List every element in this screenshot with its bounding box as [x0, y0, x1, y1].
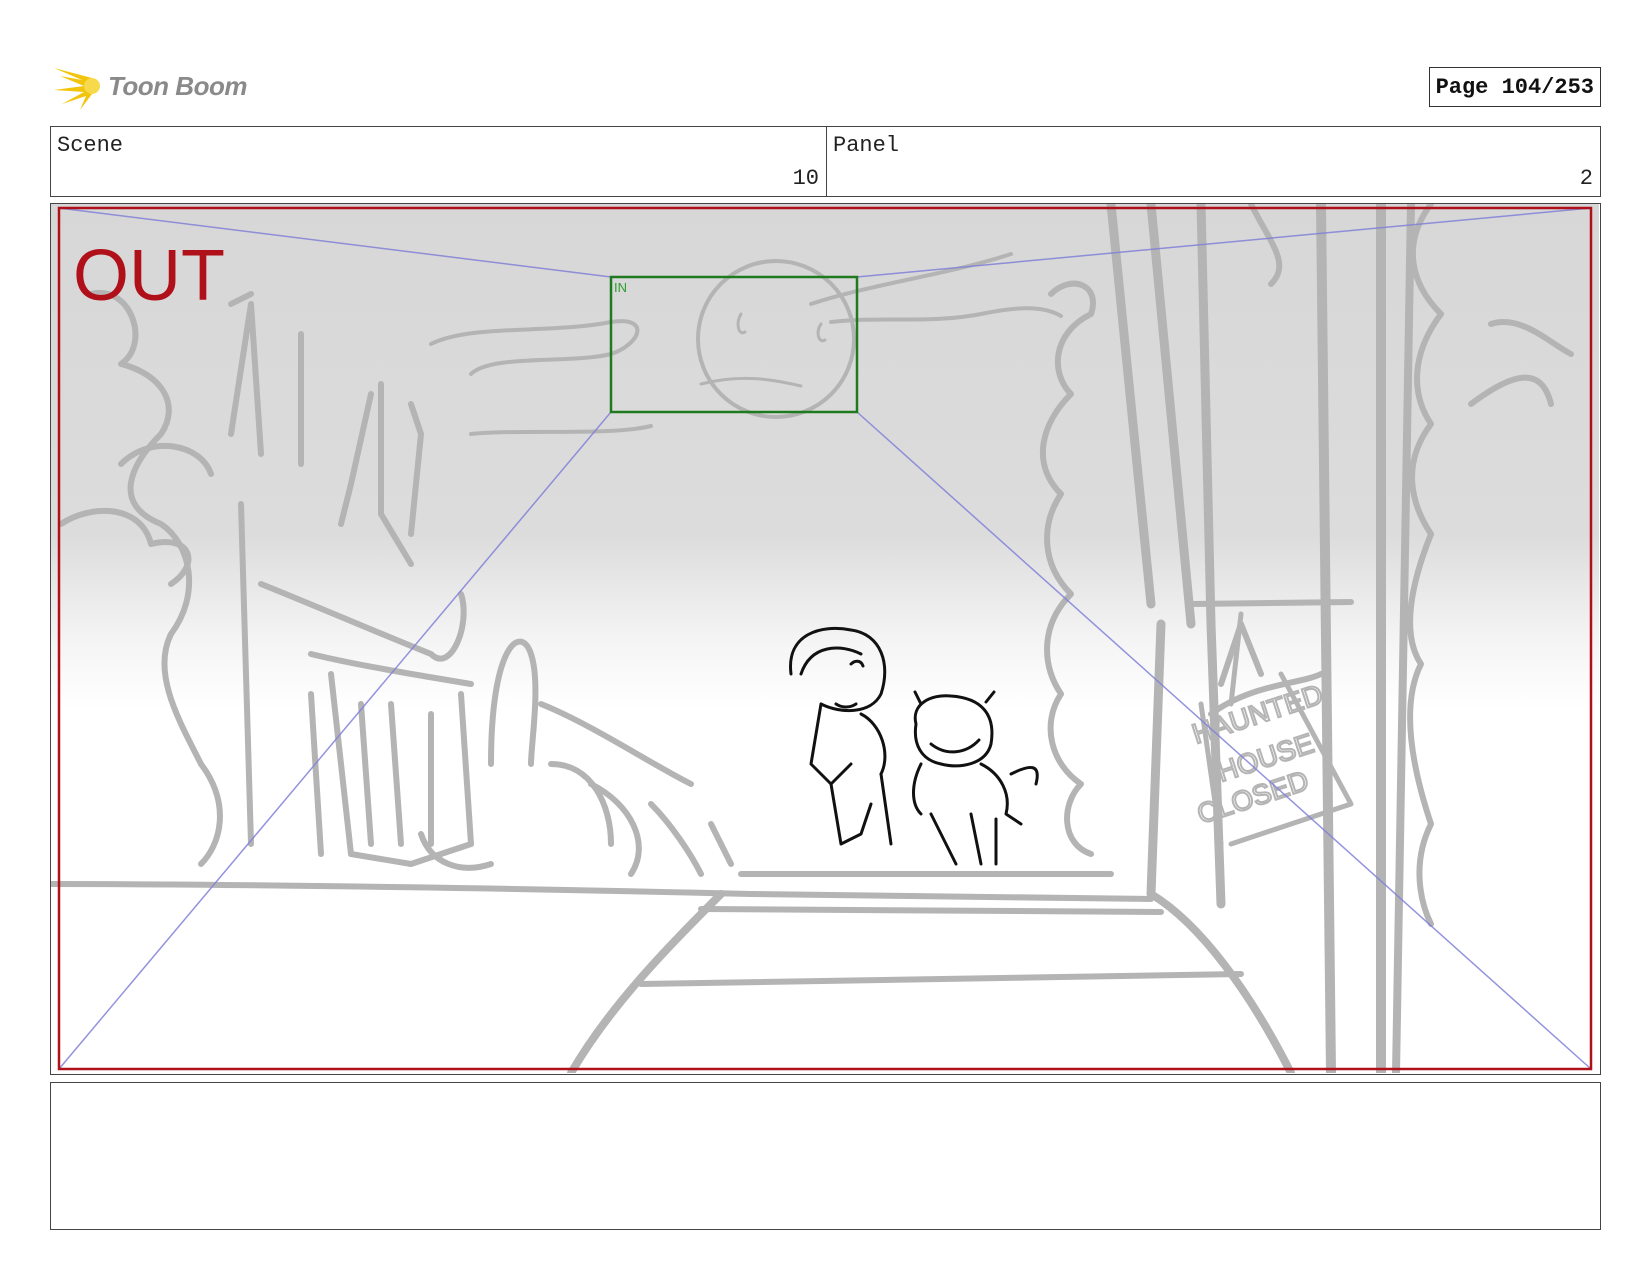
panel-notes [50, 1082, 1601, 1230]
panel-drawing: HAUNTED HOUSE CLOSED OUT IN [51, 204, 1599, 1073]
scene-cell: Scene 10 [51, 127, 827, 196]
scene-panel-header: Scene 10 Panel 2 [50, 126, 1601, 197]
scene-label: Scene [57, 133, 124, 158]
storyboard-panel-image: HAUNTED HOUSE CLOSED OUT IN [50, 203, 1601, 1075]
out-label: OUT [73, 236, 225, 316]
panel-label: Panel [833, 133, 900, 158]
scene-number: 10 [792, 166, 819, 191]
in-label: IN [614, 280, 627, 295]
logo-text: Toon Boom [108, 70, 247, 101]
logo-flare-icon [54, 68, 100, 110]
panel-cell: Panel 2 [827, 127, 1600, 196]
page-number: Page 104/253 [1428, 67, 1601, 107]
toon-boom-logo: Toon Boom [52, 58, 247, 114]
panel-number: 2 [1579, 166, 1593, 191]
sky-background [51, 204, 1599, 1073]
